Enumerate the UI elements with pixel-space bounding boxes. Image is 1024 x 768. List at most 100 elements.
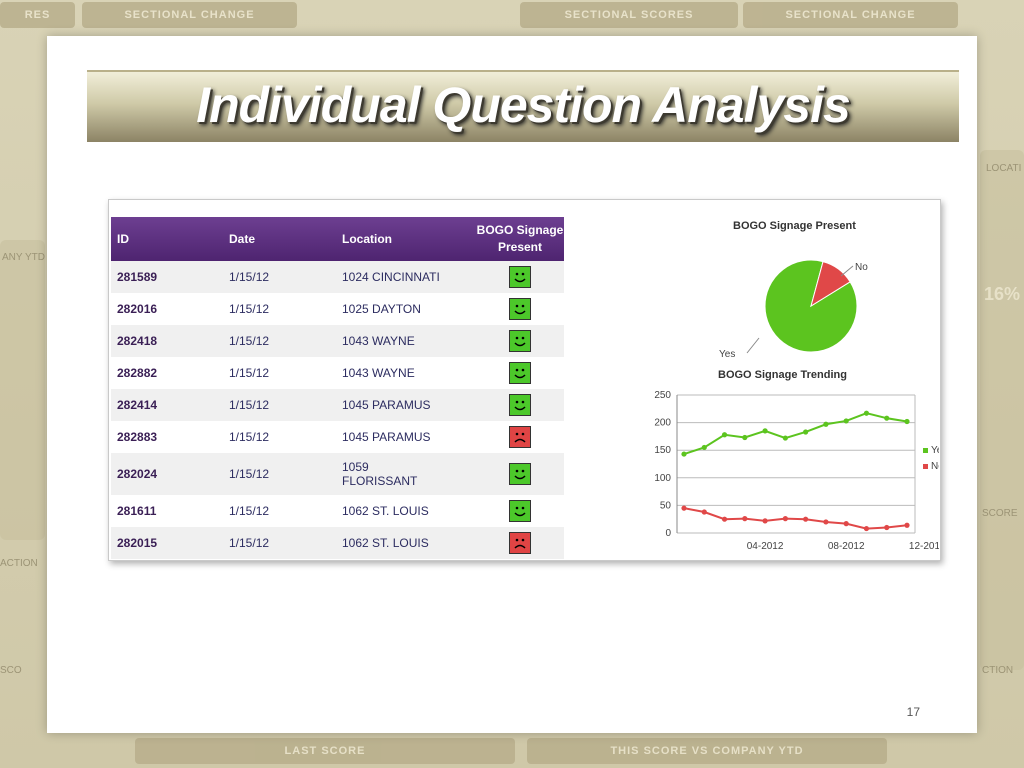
- row-id: 282016: [117, 302, 158, 316]
- data-point: [742, 434, 748, 441]
- row-location: 1045 PARAMUS: [342, 430, 431, 444]
- legend-swatch: [923, 448, 928, 453]
- data-point: [721, 516, 728, 522]
- page-number: 17: [906, 705, 920, 719]
- row-signage: [476, 453, 564, 495]
- x-tick-label: 08-2012: [828, 541, 865, 552]
- data-point: [803, 429, 809, 435]
- header-signage-line2: Present: [497, 240, 543, 254]
- table-row: 282418 1/15/12 1043 WAYNE: [111, 325, 564, 357]
- legend-swatch: [923, 464, 928, 469]
- row-date: 1/15/12: [229, 302, 270, 316]
- row-id: 282418: [111, 325, 223, 357]
- smiley-face-icon: [509, 500, 531, 522]
- legend-label: Yes: [931, 445, 939, 456]
- data-point: [701, 509, 707, 515]
- data-point: [681, 451, 687, 457]
- data-point: [762, 428, 768, 434]
- row-signage: [476, 357, 564, 389]
- row-id: 282882: [117, 366, 158, 380]
- bg-header: SECTIONAL SCORES: [520, 2, 738, 28]
- data-point: [884, 415, 890, 421]
- bg-panel: [980, 150, 1024, 670]
- data-point: [742, 516, 748, 522]
- bg-label: CTION: [982, 665, 1014, 676]
- smiley-face-icon: [509, 362, 531, 384]
- y-tick-label: 100: [654, 473, 671, 484]
- bg-header: RES: [0, 2, 75, 28]
- smiley-face-icon: [509, 266, 531, 288]
- bg-percent: 16%: [984, 284, 1021, 304]
- bg-header: SECTIONAL CHANGE: [743, 2, 958, 28]
- row-location-line2: FLORISSANT: [342, 474, 418, 488]
- row-location: 1025 DAYTON: [342, 302, 421, 316]
- row-id: 281611: [117, 504, 157, 518]
- row-id: 282015: [111, 527, 223, 559]
- bg-label: SCORE: [982, 508, 1018, 519]
- table-row: 281611 1/15/12 1062 ST. LOUIS: [111, 495, 564, 527]
- row-signage: [476, 261, 564, 293]
- row-signage: [476, 527, 564, 559]
- header-date: Date: [223, 217, 336, 261]
- data-point: [782, 435, 788, 441]
- row-signage: [476, 495, 564, 527]
- data-point: [884, 524, 890, 531]
- row-date: 1/15/12: [223, 325, 336, 357]
- row-location: 1043 WAYNE: [336, 325, 476, 357]
- frowny-face-icon: [509, 532, 531, 554]
- line-chart: 0 50 100 150 200 250 04-2012 08-2012 12-2012 Yes N…: [654, 390, 939, 552]
- table-row: 282882 1/15/12 1043 WAYNE: [111, 357, 564, 389]
- data-point: [843, 521, 849, 527]
- row-id: 282024: [111, 453, 223, 495]
- row-date: 1/15/12: [229, 504, 270, 518]
- data-point: [823, 421, 829, 427]
- table-row: 282024 1/15/12 1059 FLORISSANT: [111, 453, 564, 495]
- x-tick-label: 12-2012: [909, 541, 939, 552]
- row-location: 1043 WAYNE: [342, 366, 415, 380]
- question-table: ID Date Location BOGO Signage Present 28…: [111, 217, 564, 559]
- data-point: [823, 519, 829, 525]
- bg-label: SCO: [0, 665, 22, 676]
- row-signage: [476, 421, 564, 453]
- data-point: [904, 522, 910, 528]
- row-id: 282883: [117, 430, 158, 444]
- data-point: [681, 505, 687, 511]
- row-date: 1/15/12: [229, 430, 270, 444]
- pie-chart: Yes No: [719, 259, 868, 360]
- bg-header: SECTIONAL CHANGE: [82, 2, 297, 28]
- pie-leader-no: [840, 265, 854, 277]
- title-bar: Individual Question Analysis: [87, 70, 959, 142]
- y-tick-label: 0: [665, 528, 671, 539]
- table-row: 282414 1/15/12 1045 PARAMUS: [111, 389, 564, 421]
- row-id: 282414: [111, 389, 223, 421]
- series-line-yes: [683, 412, 908, 456]
- data-point: [843, 418, 849, 424]
- line-chart-title: BOGO Signage Trending: [718, 369, 847, 381]
- y-tick-label: 50: [660, 500, 672, 511]
- bg-header: THIS SCORE VS COMPANY YTD: [527, 738, 887, 764]
- table-row: 282015 1/15/12 1062 ST. LOUIS: [111, 527, 564, 559]
- row-date: 1/15/12: [223, 453, 336, 495]
- table-row: 282016 1/15/12 1025 DAYTON: [111, 293, 564, 325]
- series-line-no: [683, 507, 908, 530]
- row-location: 1062 ST. LOUIS: [336, 527, 476, 559]
- row-signage: [476, 293, 564, 325]
- data-point: [762, 518, 768, 524]
- smiley-face-icon: [509, 463, 531, 485]
- bg-panel: [0, 240, 45, 540]
- bg-label: LOCATI: [986, 163, 1022, 174]
- bg-label: ACTION: [0, 558, 38, 569]
- x-tick-label: 04-2012: [747, 541, 784, 552]
- y-tick-label: 250: [654, 390, 671, 401]
- y-tick-label: 150: [654, 445, 671, 456]
- row-id: 281589: [111, 261, 223, 293]
- row-location: 1059 FLORISSANT: [336, 453, 476, 495]
- data-point: [904, 418, 910, 425]
- pie-label-no: No: [855, 262, 868, 273]
- header-signage-line1: BOGO Signage: [476, 223, 564, 237]
- row-date: 1/15/12: [223, 389, 336, 421]
- smiley-face-icon: [509, 394, 531, 416]
- row-location: 1062 ST. LOUIS: [342, 504, 429, 518]
- data-point: [803, 516, 809, 522]
- bg-header: LAST SCORE: [135, 738, 515, 764]
